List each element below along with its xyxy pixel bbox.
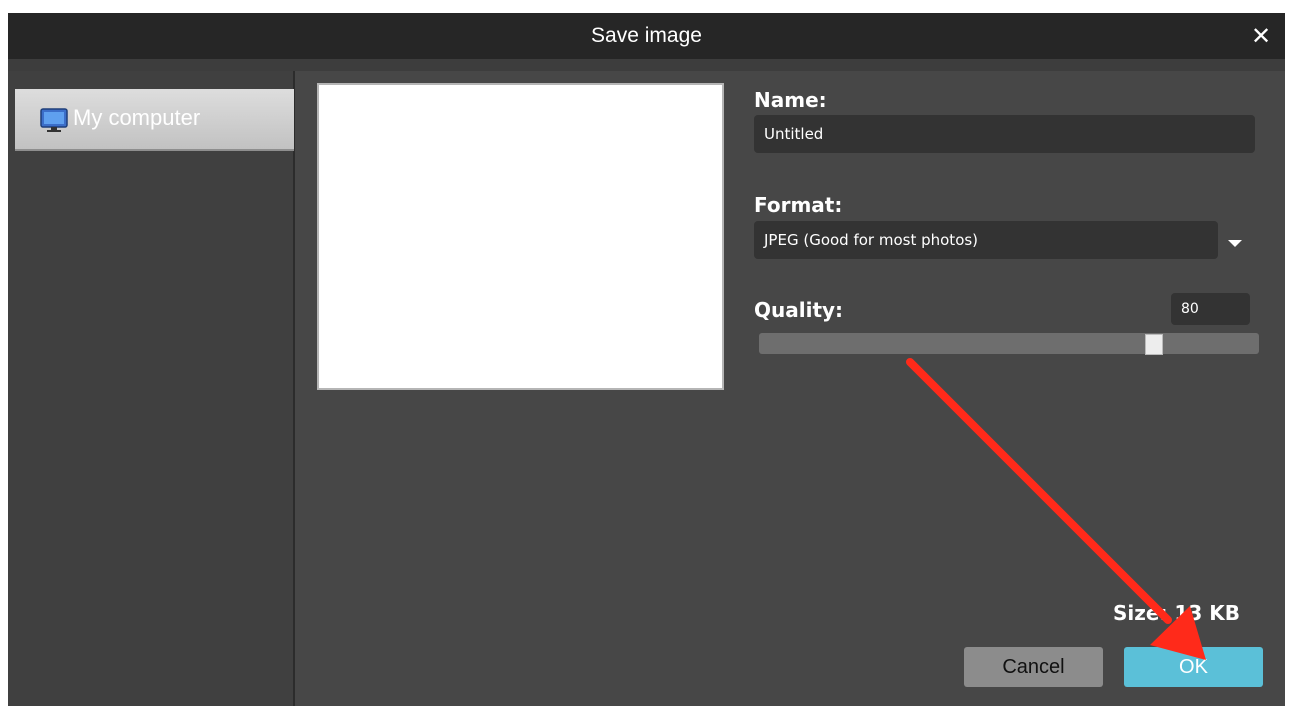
quality-slider-thumb[interactable] [1145,334,1163,355]
chevron-down-icon[interactable] [1228,240,1242,247]
name-label: Name: [754,88,827,112]
format-label: Format: [754,193,843,217]
format-select[interactable]: JPEG (Good for most photos) [754,221,1218,259]
cancel-button[interactable]: Cancel [964,647,1103,687]
quality-input[interactable]: 80 [1171,293,1250,325]
close-icon[interactable]: ✕ [1244,19,1278,53]
dialog-top-strip [8,59,1285,71]
sidebar-item-label: My computer [73,105,201,130]
sidebar-item-my-computer[interactable]: My computer [15,89,294,151]
sidebar: My computer [8,71,295,706]
image-preview [317,83,724,390]
dialog-titlebar: Save image ✕ [8,13,1285,59]
save-image-dialog: Save image ✕ My computer Name: Untitled … [8,13,1285,706]
quality-slider[interactable] [759,333,1259,355]
dialog-title: Save image [591,24,702,47]
computer-icon [40,108,68,132]
quality-label: Quality: [754,298,844,322]
name-input[interactable]: Untitled [754,115,1255,153]
ok-button[interactable]: OK [1124,647,1263,687]
file-size-text: Size: 13 KB [1113,601,1240,625]
